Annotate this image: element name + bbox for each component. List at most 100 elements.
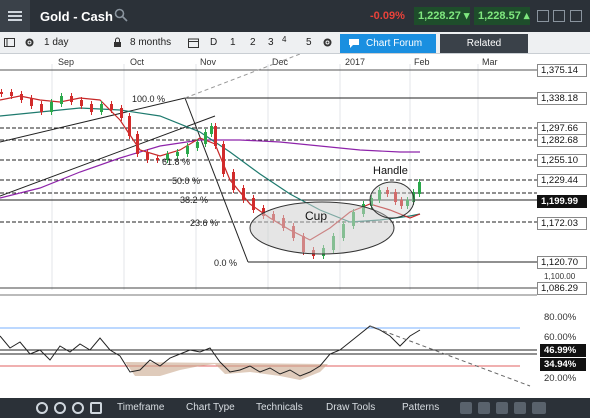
candle-body xyxy=(100,104,103,112)
refresh-icon[interactable] xyxy=(36,402,48,414)
draw-1[interactable]: 1 xyxy=(230,37,236,48)
osc-axis-label: 60.00% xyxy=(544,332,577,343)
period-select[interactable]: 1 day xyxy=(44,37,68,48)
oscillator-line xyxy=(0,325,421,377)
candle-body xyxy=(120,108,123,118)
draw-3[interactable]: 3 xyxy=(268,37,274,48)
fib-label: 38.2 % xyxy=(180,195,209,205)
title-bar: Gold - Cash -0.09% 1,228.27 ▾ 1,228.57 ▴ xyxy=(0,0,590,32)
instrument-title: Gold - Cash xyxy=(40,9,113,24)
scroll-end-icon[interactable] xyxy=(532,402,546,414)
fib-label: 23.6 % xyxy=(190,218,219,228)
candle-body xyxy=(110,104,113,110)
draw-4[interactable]: 4 xyxy=(282,35,286,44)
osc-axis-label: 80.00% xyxy=(544,312,577,323)
menu-icon[interactable] xyxy=(0,0,30,32)
fib-label: 50.0 % xyxy=(172,176,201,186)
zoom-out-icon[interactable] xyxy=(460,402,472,414)
ma-slow-line xyxy=(0,139,420,199)
range-select[interactable]: 8 months xyxy=(130,37,171,48)
price-level-tag: 1,375.14 xyxy=(537,64,587,77)
osc-value-tag: 34.94% xyxy=(540,358,586,371)
price-level-tag: 1,229.44 xyxy=(537,174,587,187)
chart-forum-label: Chart Forum xyxy=(366,38,423,49)
oversold-area xyxy=(125,362,328,380)
candle-body xyxy=(186,146,189,154)
tab-draw-tools[interactable]: Draw Tools xyxy=(326,402,375,413)
chat-icon xyxy=(349,39,359,48)
osc-value-tag: 46.99% xyxy=(540,344,586,357)
candle-body xyxy=(136,134,139,154)
candle-body xyxy=(222,144,225,174)
buy-price-button[interactable]: 1,228.57 ▴ xyxy=(474,7,530,25)
draw-2[interactable]: 2 xyxy=(250,37,256,48)
price-level-tag: 1,172.03 xyxy=(537,217,587,230)
osc-axis-label: 20.00% xyxy=(544,373,577,384)
settings-icon[interactable] xyxy=(322,37,333,48)
candle-body xyxy=(50,102,53,112)
osc-trend-line xyxy=(369,325,531,387)
candle-body xyxy=(128,116,131,136)
fullscreen-icon[interactable] xyxy=(514,402,526,414)
candle-body xyxy=(60,96,63,104)
fib-label: 100.0 % xyxy=(132,94,166,104)
panel-icon[interactable] xyxy=(4,37,15,48)
candle-body xyxy=(80,100,83,106)
search-icon[interactable] xyxy=(114,8,128,22)
candle-body xyxy=(90,104,93,112)
candle-body xyxy=(204,132,207,144)
candle-body xyxy=(156,158,159,160)
tab-patterns[interactable]: Patterns xyxy=(402,402,439,413)
candle-body xyxy=(0,92,3,94)
tab-chart-type[interactable]: Chart Type xyxy=(186,402,235,413)
related-button[interactable]: Related xyxy=(440,34,528,53)
candle-body xyxy=(242,188,245,200)
candle-body xyxy=(30,98,33,106)
price-change: -0.09% xyxy=(370,10,405,22)
candle-body xyxy=(40,104,43,112)
arrow-down-icon: ▾ xyxy=(463,10,470,22)
candle-body xyxy=(10,92,13,96)
fib-label: 0.0 % xyxy=(214,258,238,268)
candle-body xyxy=(196,142,199,148)
draw-d[interactable]: D xyxy=(210,37,217,48)
arrow-up-icon: ▴ xyxy=(523,10,530,22)
price-axis-label: 1,100.00 xyxy=(544,272,576,281)
calendar-icon[interactable] xyxy=(188,37,199,48)
close-icon[interactable] xyxy=(570,10,582,22)
candle-body xyxy=(70,96,73,102)
candle-body xyxy=(20,94,23,100)
price-level-tag: 1,086.29 xyxy=(537,282,587,295)
sell-price-label: 1,228.27 xyxy=(418,10,461,22)
candle-body xyxy=(146,152,149,160)
expand-icon[interactable] xyxy=(90,402,102,414)
chart-forum-button[interactable]: Chart Forum xyxy=(340,34,436,53)
cup-label: Cup xyxy=(305,209,328,223)
no-entry-icon[interactable] xyxy=(54,402,66,414)
price-level-tag: 1,282.68 xyxy=(537,134,587,147)
tab-technicals[interactable]: Technicals xyxy=(256,402,303,413)
lock-icon[interactable] xyxy=(112,37,123,48)
handle-label: Handle xyxy=(373,165,408,177)
tab-timeframe[interactable]: Timeframe xyxy=(117,402,164,413)
price-level-tag: 1,120.70 xyxy=(537,256,587,269)
candle-body xyxy=(418,182,421,194)
draw-5[interactable]: 5 xyxy=(306,37,312,48)
gear-icon[interactable] xyxy=(24,37,35,48)
price-chart[interactable] xyxy=(0,54,537,398)
crosshair-icon[interactable] xyxy=(496,402,508,414)
price-level-tag: 1,255.10 xyxy=(537,154,587,167)
minimize-icon[interactable] xyxy=(537,10,549,22)
zoom-in-icon[interactable] xyxy=(478,402,490,414)
handle-shape xyxy=(369,181,415,219)
link-icon[interactable] xyxy=(72,402,84,414)
candle-body xyxy=(214,126,217,146)
sell-price-button[interactable]: 1,228.27 ▾ xyxy=(414,7,470,25)
fib-label: 61.8 % xyxy=(162,157,191,167)
popout-icon[interactable] xyxy=(553,10,565,22)
price-level-tag: 1,338.18 xyxy=(537,92,587,105)
candle-body xyxy=(232,172,235,190)
candle-body xyxy=(176,152,179,156)
current-price-tag: 1,199.99 xyxy=(537,195,587,208)
bottom-toolbar: Timeframe Chart Type Technicals Draw Too… xyxy=(0,398,590,418)
